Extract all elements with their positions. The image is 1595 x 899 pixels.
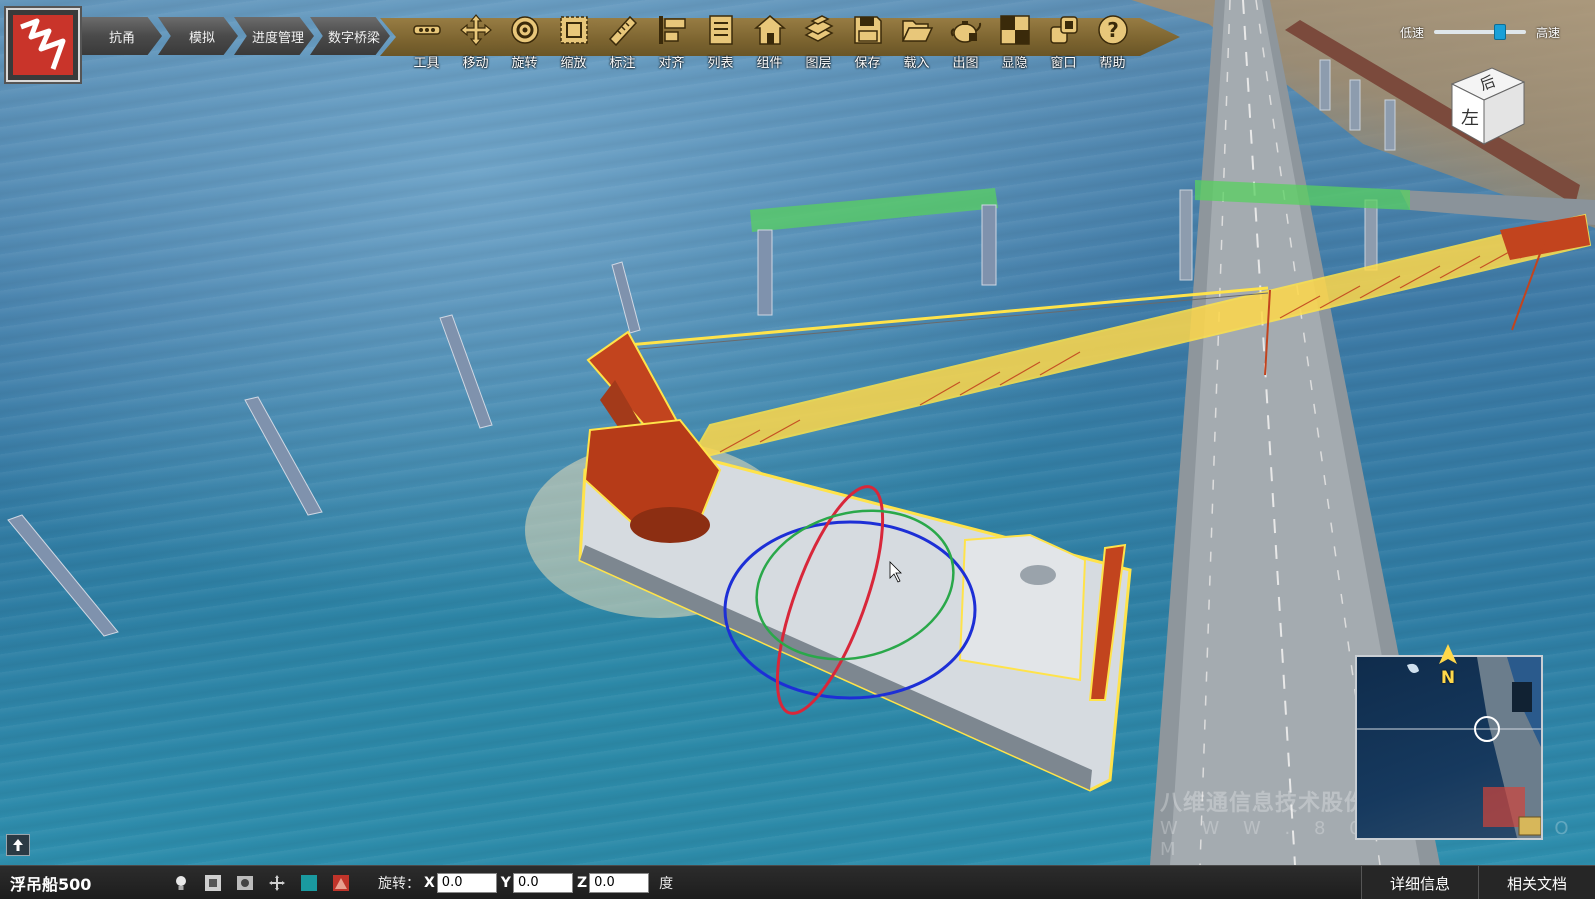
teapot-render-icon: [946, 10, 986, 50]
tool-button-render[interactable]: 出图: [941, 10, 990, 72]
terrain-icon[interactable]: [330, 872, 352, 894]
speed-high-label: 高速: [1536, 25, 1561, 40]
view-cube-front-face[interactable]: 左: [1461, 108, 1479, 129]
grid-icon[interactable]: [202, 872, 224, 894]
tool-button-list[interactable]: 列表: [696, 10, 745, 72]
rotation-y-input[interactable]: [512, 872, 573, 893]
speed-low-label: 低速: [1400, 25, 1425, 40]
tool-button-move[interactable]: 移动: [451, 10, 500, 72]
trestle-walkway: [1285, 20, 1580, 205]
help-question-icon: ?: [1093, 10, 1133, 50]
breadcrumb-item-project[interactable]: 抗甬: [82, 17, 162, 55]
rotate-icon: [505, 10, 545, 50]
related-docs-button[interactable]: 相关文档: [1478, 866, 1595, 899]
tool-button-load[interactable]: 载入: [892, 10, 941, 72]
north-arrow-icon: [1439, 644, 1457, 664]
speed-thumb[interactable]: [1493, 24, 1506, 40]
speed-slider: 低速 高速: [1400, 20, 1590, 44]
folder-open-icon: [897, 10, 937, 50]
tool-button-show-hide[interactable]: 显隐: [990, 10, 1039, 72]
list-icon: [701, 10, 741, 50]
align-icon: [652, 10, 692, 50]
tool-button-annotate[interactable]: 标注: [598, 10, 647, 72]
ruler-icon: [603, 10, 643, 50]
move-arrows-icon: [456, 10, 496, 50]
tool-button-scale[interactable]: 缩放: [549, 10, 598, 72]
save-floppy-icon: [848, 10, 888, 50]
north-indicator: N: [1438, 644, 1458, 688]
app-logo[interactable]: [6, 8, 80, 82]
rotation-y-label: Y: [500, 874, 511, 891]
tool-button-window[interactable]: 窗口: [1039, 10, 1088, 72]
ellipsis-icon: [407, 10, 447, 50]
speed-track[interactable]: [1434, 24, 1527, 40]
layers-icon: [799, 10, 839, 50]
light-bulb-icon[interactable]: [170, 872, 192, 894]
breadcrumb-item-progress[interactable]: 进度管理: [234, 17, 314, 55]
tool-button-tools[interactable]: 工具: [402, 10, 451, 72]
tool-button-help[interactable]: ? 帮助: [1088, 10, 1137, 72]
breadcrumb: 抗甬 模拟 进度管理 数字桥梁: [82, 17, 390, 55]
rotation-z-label: Z: [576, 874, 588, 891]
detail-info-button[interactable]: 详细信息: [1361, 866, 1478, 899]
rotation-x-input[interactable]: [436, 872, 497, 893]
pier: [1319, 59, 1331, 111]
pan-cross-icon[interactable]: [266, 872, 288, 894]
barge-cabin: [958, 533, 1087, 682]
breadcrumb-item-simulation[interactable]: 模拟: [158, 17, 238, 55]
minimap-toggle-icon: [1518, 816, 1541, 836]
view-cube[interactable]: 后 左: [1448, 64, 1526, 146]
degree-unit-label: 度: [659, 875, 674, 892]
component-house-icon: [750, 10, 790, 50]
tool-button-rotate[interactable]: 旋转: [500, 10, 549, 72]
svg-text:?: ?: [1107, 18, 1119, 42]
window-icon: [1044, 10, 1084, 50]
planned-segment: [750, 188, 998, 232]
tool-button-save[interactable]: 保存: [843, 10, 892, 72]
rotation-z-input[interactable]: [589, 872, 650, 893]
expand-up-button[interactable]: [6, 834, 30, 856]
breadcrumb-item-digital-bridge[interactable]: 数字桥梁: [310, 17, 390, 55]
tool-button-component[interactable]: 组件: [745, 10, 794, 72]
tool-button-align[interactable]: 对齐: [647, 10, 696, 72]
teal-color-swatch[interactable]: [298, 872, 320, 894]
tool-button-layers[interactable]: 图层: [794, 10, 843, 72]
rotation-label: 旋转：: [378, 875, 420, 892]
arrow-up-icon: [13, 839, 23, 851]
main-toolbar: 工具 移动 旋转 缩放 标注 对齐 列表 组件 图层 保存 载入 出图 显隐 窗…: [380, 10, 1180, 72]
logo-mark-icon: [13, 15, 73, 75]
status-bar: 浮吊船500 旋转： X Y Z 度 详细信息 相关文档: [0, 865, 1595, 899]
show-hide-icon: [995, 10, 1035, 50]
crane-boom: [687, 213, 1592, 462]
rotation-x-label: X: [424, 874, 435, 891]
camera-view-icon[interactable]: [234, 872, 256, 894]
scale-icon: [554, 10, 594, 50]
selected-object-name: 浮吊船500: [10, 874, 92, 894]
